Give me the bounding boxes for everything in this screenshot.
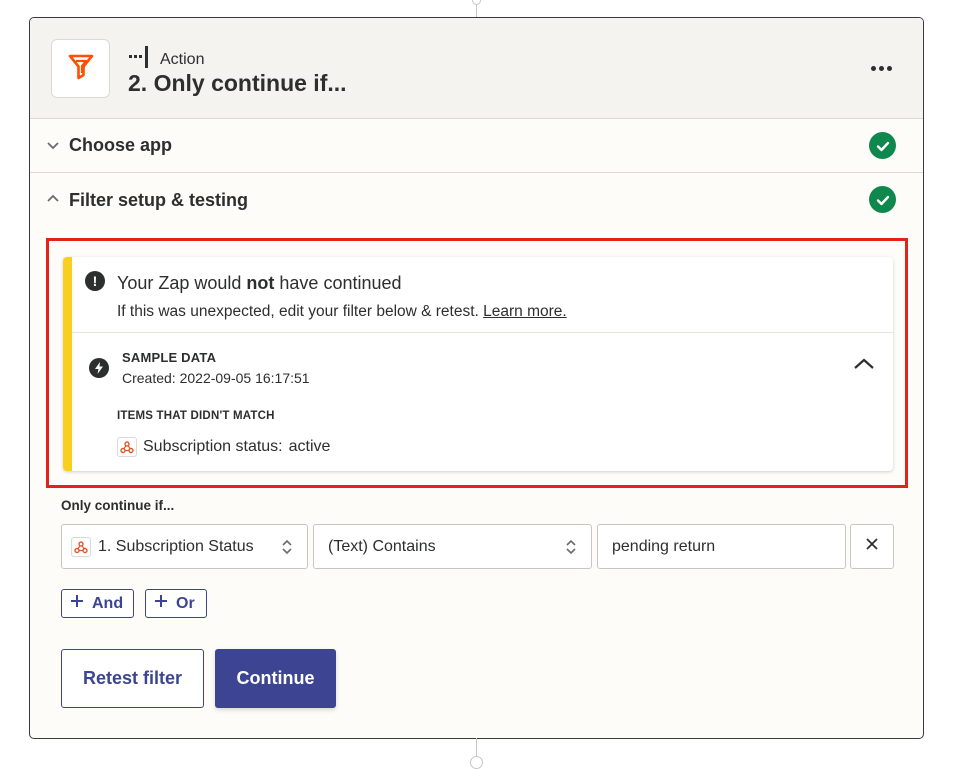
collapse-sample-button[interactable] — [853, 355, 875, 373]
nomatch-item: Subscription status: active — [117, 437, 330, 457]
alert-subtitle: If this was unexpected, edit your filter… — [117, 303, 567, 320]
nomatch-title: ITEMS THAT DIDN'T MATCH — [117, 410, 275, 422]
filter-result-alert: ! Your Zap would not have continued If t… — [63, 257, 893, 471]
select-arrows-icon — [565, 538, 577, 561]
remove-condition-button[interactable] — [850, 524, 894, 569]
filter-heading: Only continue if... — [61, 498, 175, 513]
more-options-button[interactable] — [867, 58, 895, 78]
alert-warning-bar — [63, 257, 72, 471]
plus-icon — [154, 594, 168, 613]
action-step-icon — [128, 46, 150, 73]
field-select[interactable]: 1. Subscription Status — [61, 524, 308, 569]
alert-exclamation-icon: ! — [85, 271, 105, 291]
sample-data-title: SAMPLE DATA — [122, 350, 217, 365]
sample-created: Created: 2022-09-05 16:17:51 — [122, 370, 310, 386]
highlight-annotation: ! Your Zap would not have continued If t… — [46, 238, 908, 488]
divider — [72, 332, 893, 333]
section-label: Choose app — [69, 135, 173, 155]
section-choose-app[interactable]: Choose app — [30, 119, 923, 173]
condition-select[interactable]: (Text) Contains — [313, 524, 592, 569]
add-or-label: Or — [176, 594, 195, 612]
chevron-up-icon — [46, 192, 60, 211]
add-and-label: And — [92, 594, 124, 612]
check-circle-icon — [869, 132, 896, 159]
webhook-icon — [71, 537, 91, 557]
step-header: Action 2. Only continue if... — [30, 18, 923, 119]
app-icon — [51, 39, 110, 98]
filter-icon — [66, 51, 96, 86]
nomatch-value: active — [288, 438, 331, 455]
close-icon — [865, 537, 879, 556]
chevron-up-icon — [853, 358, 875, 377]
retest-filter-button[interactable]: Retest filter — [61, 649, 204, 708]
add-and-button[interactable]: And — [61, 589, 134, 618]
section-filter-setup[interactable]: Filter setup & testing — [30, 173, 923, 227]
add-or-button[interactable]: Or — [145, 589, 207, 618]
more-horizontal-icon — [870, 65, 876, 71]
nomatch-label: Subscription status: — [143, 438, 283, 455]
step-title: 2. Only continue if... — [128, 70, 347, 96]
plus-icon — [70, 594, 84, 613]
section-label: Filter setup & testing — [69, 189, 249, 210]
connector-node-top — [472, 0, 481, 5]
alert-title: Your Zap would not have continued — [117, 273, 402, 293]
step-type: Action — [128, 46, 204, 73]
step-card: Action 2. Only continue if... Choose app… — [29, 17, 924, 739]
select-arrows-icon — [281, 538, 293, 561]
condition-select-value: (Text) Contains — [328, 537, 436, 555]
field-select-value: 1. Subscription Status — [98, 537, 254, 555]
value-input[interactable]: pending return — [597, 524, 846, 569]
step-type-label: Action — [160, 50, 205, 68]
learn-more-link[interactable]: Learn more. — [483, 303, 567, 320]
check-circle-icon — [869, 186, 896, 213]
bolt-icon — [89, 358, 109, 378]
continue-button[interactable]: Continue — [215, 649, 336, 708]
connector-node-bottom — [470, 756, 483, 769]
webhook-icon — [117, 437, 137, 457]
chevron-down-icon — [46, 138, 60, 157]
value-input-text: pending return — [612, 537, 716, 555]
